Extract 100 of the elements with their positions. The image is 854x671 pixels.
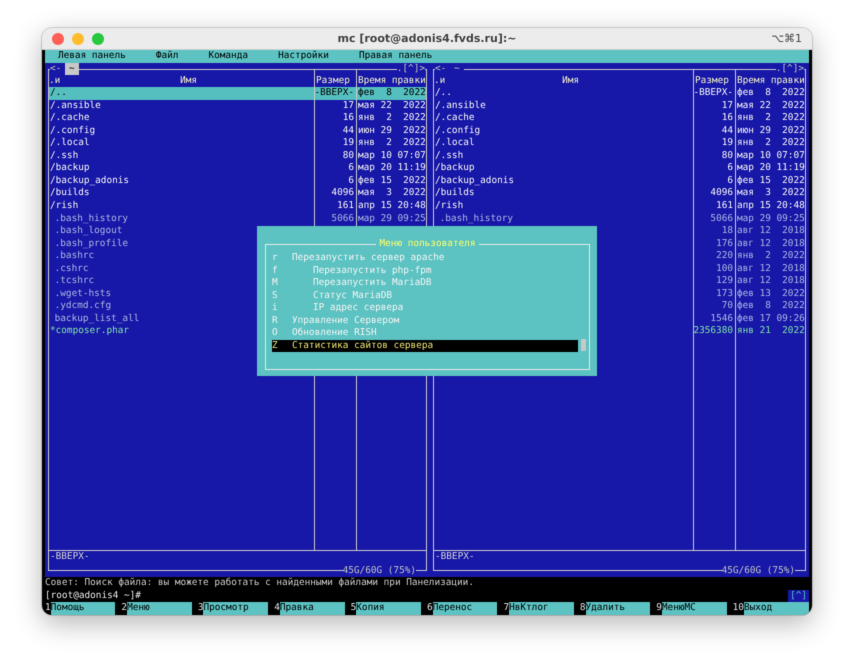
menu-item[interactable]: Левая панель	[58, 50, 126, 63]
scroll-thumb[interactable]	[581, 339, 586, 351]
file-row[interactable]: /backup_adonis 6 фев 15 2022	[434, 174, 805, 188]
file-size: 5066	[710, 212, 733, 224]
file-row[interactable]: /.cache 16 янв 2 2022	[49, 112, 426, 125]
file-row[interactable]: /.ansible 17 мая 22 2022	[434, 100, 805, 112]
function-key[interactable]: Перенос	[432, 602, 498, 615]
function-key[interactable]: МенюМС	[662, 602, 727, 615]
file-date: мая 3 2022	[737, 187, 805, 198]
file-date: янв 2 2022	[737, 112, 805, 124]
menu-entry[interactable]: Z Статистика сайтов сервера	[272, 340, 578, 352]
column-header[interactable]: Размер	[314, 74, 356, 88]
key-number: 10	[732, 602, 744, 615]
file-name: /backup	[50, 162, 90, 174]
file-size: -ВВЕРХ-	[314, 87, 354, 98]
nav-arrow[interactable]: <-	[435, 62, 446, 75]
minimize-button[interactable]	[72, 32, 84, 44]
key-number: 7	[503, 602, 510, 615]
function-key[interactable]: Правка	[280, 602, 345, 615]
file-row[interactable]: /.. -ВВЕРХ- фев 8 2022	[434, 87, 805, 100]
panel-path: ~	[65, 62, 79, 75]
function-key[interactable]: НвКтлог	[509, 602, 574, 615]
window-title: mc [root@adonis4.fvds.ru]:~	[338, 32, 516, 45]
nav-arrow[interactable]: <-	[50, 62, 62, 75]
file-row[interactable]: /builds 4096 мая 3 2022	[49, 187, 426, 200]
file-row[interactable]: /rish 161 апр 15 20:48	[49, 200, 426, 213]
file-size: 161	[716, 200, 733, 212]
file-size: 18	[722, 225, 733, 236]
menu-item[interactable]: Правая панель	[358, 50, 432, 63]
key-number: 6	[427, 602, 433, 615]
menu-item[interactable]: Команда	[208, 50, 248, 63]
file-row[interactable]: .bash_history 5066 мар 29 09:25	[49, 212, 426, 226]
file-row[interactable]: /.config 44 июн 29 2022	[49, 124, 426, 138]
file-date: мар 20 11:19	[737, 162, 805, 174]
file-name: /.ssh	[50, 150, 78, 161]
column-header[interactable]: Время правки	[735, 74, 805, 88]
disk-usage: 45G/60G (75%)	[342, 565, 416, 578]
file-row[interactable]: /builds 4096 мая 3 2022	[434, 187, 805, 200]
file-size: 80	[342, 150, 354, 161]
history-nav[interactable]: .[^]>	[776, 62, 804, 75]
key-number: 8	[580, 602, 586, 615]
sort-indicator[interactable]: .и	[49, 74, 64, 88]
file-date: мар 20 11:19	[358, 162, 426, 174]
file-row[interactable]: /.cache 16 янв 2 2022	[434, 112, 805, 125]
file-date: авг 12 2018	[737, 275, 805, 286]
file-date: авг 12 2018	[737, 262, 805, 274]
hint-line: Совет: Поиск файла: вы можете работать с найденными файлами при Панелизации.	[44, 577, 475, 590]
key-number: 4	[274, 602, 280, 615]
file-name: /builds	[435, 187, 475, 198]
file-size: 80	[722, 150, 733, 161]
file-row[interactable]: /backup 6 мар 20 11:19	[434, 162, 805, 175]
menu-item[interactable]: Файл	[156, 50, 178, 63]
file-size: 176	[716, 238, 733, 249]
file-name: /.cache	[50, 112, 90, 124]
function-key[interactable]: Копия	[356, 602, 422, 615]
history-nav[interactable]: .[^]>	[396, 62, 425, 75]
file-name: /.local	[435, 137, 475, 148]
file-size: 16	[722, 112, 733, 124]
function-key[interactable]: Помощь	[50, 602, 116, 615]
file-date: фев 13 2022	[737, 288, 805, 299]
close-button[interactable]	[52, 32, 64, 44]
file-row[interactable]: /rish 161 апр 15 20:48	[434, 200, 805, 213]
history-button[interactable]: [^]	[788, 590, 809, 602]
file-row[interactable]: /.local 19 янв 2 2022	[49, 137, 426, 150]
file-date: янв 21 2022	[737, 325, 805, 336]
file-row[interactable]: /.ssh 80 мар 10 07:07	[434, 150, 805, 162]
function-key[interactable]: Меню	[127, 602, 192, 615]
function-key[interactable]: Удалить	[586, 602, 650, 615]
file-row[interactable]: /.. -ВВЕРХ- фев 8 2022	[49, 87, 426, 100]
function-key[interactable]: Просмотр	[203, 602, 268, 615]
file-row[interactable]: /.local 19 янв 2 2022	[434, 137, 805, 150]
file-size: 2356380	[693, 325, 733, 336]
panel-path: ~	[453, 62, 461, 75]
menu-item[interactable]: Настройки	[278, 50, 329, 63]
shortcut-label: ⌥⌘1	[771, 32, 803, 45]
file-date: янв 2 2022	[358, 112, 426, 124]
column-header[interactable]: Время правки	[356, 74, 426, 88]
file-row[interactable]: /backup_adonis 6 фев 15 2022	[49, 174, 426, 188]
file-row[interactable]: /backup 6 мар 20 11:19	[49, 162, 426, 175]
file-row[interactable]: /.config 44 июн 29 2022	[434, 124, 805, 138]
file-name: /backup	[435, 162, 475, 174]
sort-indicator[interactable]: .и	[434, 74, 448, 88]
function-key[interactable]: Выход	[744, 602, 810, 615]
key-number: 5	[350, 602, 356, 615]
mini-status: -ВВЕРХ-	[435, 551, 475, 562]
column-header[interactable]: Имя	[63, 74, 314, 88]
file-date: мар 29 09:25	[358, 212, 426, 224]
file-row[interactable]: .bash_history 5066 мар 29 09:25	[434, 212, 805, 226]
zoom-button[interactable]	[92, 32, 104, 44]
file-date: авг 12 2018	[737, 225, 805, 236]
file-date: авг 12 2018	[737, 238, 805, 249]
column-header[interactable]: Имя	[448, 74, 693, 88]
key-number: 9	[656, 602, 662, 615]
file-date: янв 2 2022	[737, 137, 805, 148]
file-row[interactable]: /.ansible 17 мая 22 2022	[49, 100, 426, 112]
file-row[interactable]: /.ssh 80 мар 10 07:07	[49, 150, 426, 162]
file-name: /rish	[50, 200, 78, 212]
file-size: 17	[722, 100, 733, 111]
column-header[interactable]: Размер	[693, 74, 735, 88]
file-size: 44	[342, 124, 354, 136]
